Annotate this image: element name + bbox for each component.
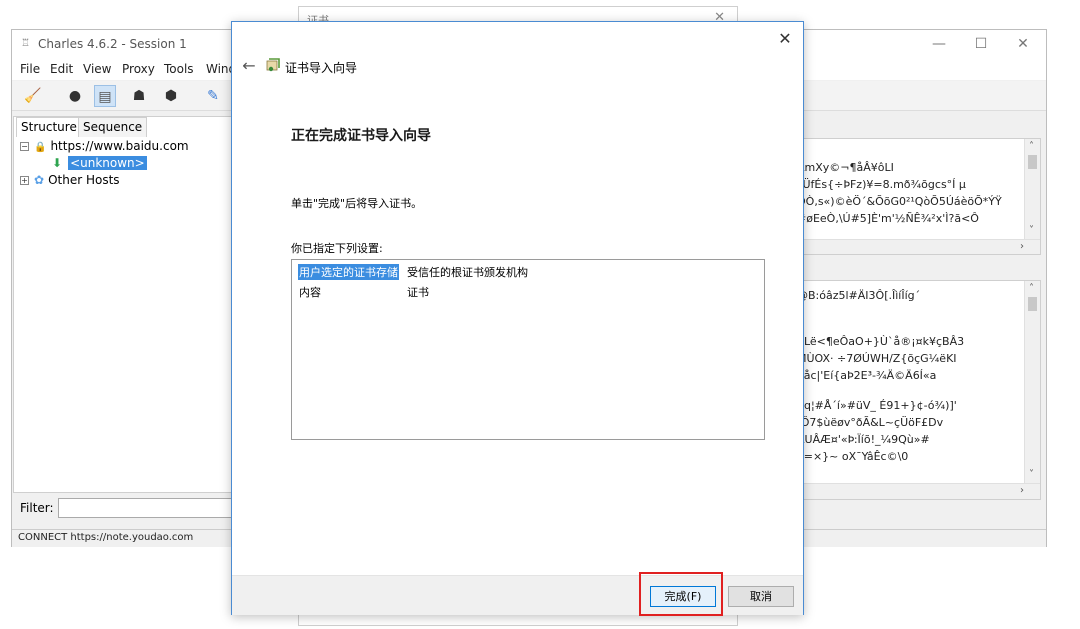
tree-other-hosts-row[interactable]: + ✿ Other Hosts [20, 173, 120, 189]
tree-other-hosts-label: Other Hosts [48, 173, 120, 187]
wizard-description: 单击"完成"后将导入证书。 [291, 197, 423, 210]
tree-unknown-row[interactable]: ⬇ <unknown> [52, 156, 147, 172]
vertical-scrollbar[interactable]: ˄ ˅ [1024, 281, 1040, 483]
menu-proxy[interactable]: Proxy [122, 62, 155, 76]
scroll-up-icon[interactable]: ˄ [1029, 283, 1034, 294]
pen-icon[interactable]: ✎ [202, 85, 224, 107]
cancel-button[interactable]: 取消 [728, 586, 794, 607]
cloud-icon: ✿ [34, 173, 45, 187]
menu-tools[interactable]: Tools [164, 62, 194, 76]
response-panel-top: AmXy©¬¶åÂ¥ôLI _ÜfÉs{÷ÞFz)¥=8.mð¾õgcs°Í µ… [793, 138, 1041, 255]
filter-input[interactable] [58, 498, 233, 518]
hex-line: AmXy©¬¶åÂ¥ôLI [797, 161, 894, 174]
collapse-icon[interactable]: − [20, 142, 29, 151]
finish-highlight-box [639, 572, 723, 616]
response-panel-bottom: @B:óâz5l#ÄI3Ô[.ÎìíÎíg´ ÊLë<¶eÔaO+}Ù`å®¡¤… [793, 280, 1041, 500]
hex-line: ã=×}~ oX¯YâÊc©\0 [797, 450, 909, 463]
horizontal-scrollbar[interactable]: › [794, 483, 1040, 499]
turtle-icon[interactable]: ☗ [128, 85, 150, 107]
scroll-down-icon[interactable]: ˅ [1029, 469, 1034, 480]
scroll-right-icon[interactable]: › [1020, 485, 1024, 496]
scroll-thumb[interactable] [1028, 155, 1037, 169]
menu-view[interactable]: View [83, 62, 111, 76]
tree-host-label: https://www.baidu.com [50, 139, 189, 153]
charles-window-title: Charles 4.6.2 - Session 1 [38, 37, 187, 51]
hex-line: @B:óâz5l#ÄI3Ô[.ÎìíÎíg´ [797, 289, 921, 302]
settings-key-store[interactable]: 用户选定的证书存储 [298, 264, 399, 280]
hex-line: ÕÒ,s«)©èÖ´&ÕõG0²¹QòÕ5ÚáèöÕ*ÝŸ [797, 195, 1002, 208]
menu-edit[interactable]: Edit [50, 62, 73, 76]
wizard-heading: 正在完成证书导入向导 [291, 128, 431, 144]
hex-line: MÙOX· ÷7ØÚWH/Z{õçG¼ëKI [797, 352, 957, 365]
hex-line: øåc|'Eí{aÞ2E³-¾Ä©Ä6Í«a [797, 369, 937, 382]
vertical-scrollbar[interactable]: ˄ ˅ [1024, 139, 1040, 239]
download-arrow-icon: ⬇ [52, 156, 63, 170]
lock-icon: 🔒 [34, 142, 47, 153]
settings-label: 你已指定下列设置: [291, 242, 383, 255]
view-tabs: Structure Sequence [14, 117, 234, 137]
hex-line: \Ö7$ùëøv°ðÃ&L~çÜöF£Dv [797, 416, 944, 429]
certificate-wizard-icon [266, 58, 280, 72]
stop-icon[interactable]: ⬢ [160, 85, 182, 107]
status-text: CONNECT https://note.youdao.com [18, 532, 194, 543]
tree-host-row[interactable]: − 🔒 https://www.baidu.com [20, 139, 189, 155]
throttle-icon[interactable]: ▤ [94, 85, 116, 107]
horizontal-scrollbar[interactable]: › [794, 239, 1040, 254]
close-icon[interactable]: ✕ [774, 28, 796, 50]
settings-key-content[interactable]: 内容 [299, 284, 321, 300]
scroll-down-icon[interactable]: ˅ [1029, 225, 1034, 236]
tree-unknown-label: <unknown> [68, 156, 147, 170]
scroll-right-icon[interactable]: › [1020, 241, 1024, 252]
wizard-nav-title: 证书导入向导 [285, 61, 358, 75]
close-icon[interactable]: ✕ [1009, 34, 1037, 54]
hex-line: ¤q¦#Å´í»#üV_ É91+}¢-ó¾)]' [797, 399, 957, 412]
hex-line: #øEeÒ,\Ú#5]È'm'½ÑÊ¾²x'Ì?ã<Ô [797, 212, 979, 225]
back-arrow-icon[interactable]: ← [238, 56, 260, 76]
filter-row: Filter: [13, 495, 235, 521]
certificate-import-wizard: ✕ ← 证书导入向导 正在完成证书导入向导 单击"完成"后将导入证书。 你已指定… [231, 21, 804, 616]
scroll-thumb[interactable] [1028, 297, 1037, 311]
charles-app-icon: ♖ [21, 38, 30, 49]
expand-icon[interactable]: + [20, 176, 29, 185]
tab-sequence[interactable]: Sequence [78, 117, 148, 137]
hex-line: _ÜfÉs{÷ÞFz)¥=8.mð¾õgcs°Í µ [797, 178, 966, 191]
record-icon[interactable]: ● [64, 85, 86, 107]
maximize-icon[interactable]: ☐ [967, 34, 995, 54]
structure-pane: Structure Sequence − 🔒 https://www.baidu.c… [13, 116, 235, 493]
hex-line: ÊLë<¶eÔaO+}Ù`å®¡¤k¥çBÂ3 [797, 335, 965, 348]
tab-structure[interactable]: Structure [16, 117, 82, 137]
filter-label: Filter: [20, 501, 54, 515]
hex-line: ÂUÂÆ¤'«Þ:Ïíõ!_¼9Qù»# [797, 433, 930, 446]
menu-file[interactable]: File [20, 62, 40, 76]
settings-list[interactable]: 用户选定的证书存储 受信任的根证书颁发机构 内容 证书 [291, 259, 765, 440]
scroll-up-icon[interactable]: ˄ [1029, 141, 1034, 152]
settings-value-store: 受信任的根证书颁发机构 [407, 266, 528, 279]
settings-value-content: 证书 [407, 286, 429, 299]
broom-icon[interactable]: 🧹 [22, 85, 44, 107]
minimize-icon[interactable]: — [925, 34, 953, 54]
